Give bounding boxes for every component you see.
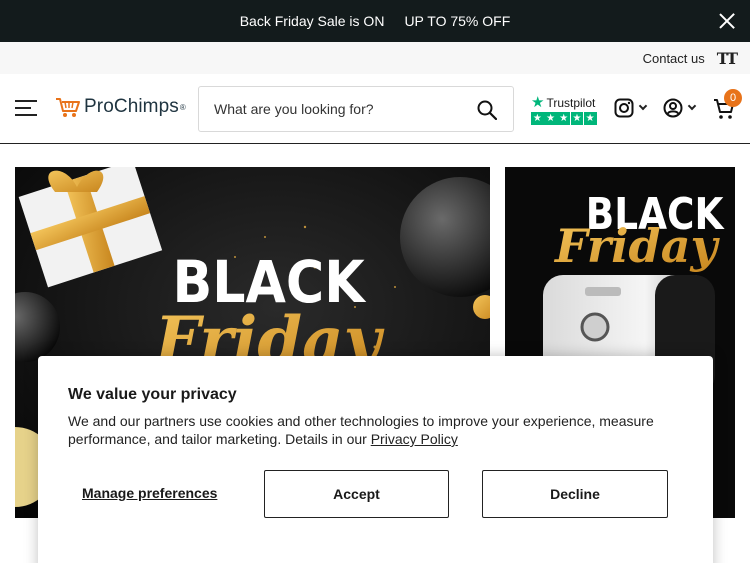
trustpilot-widget[interactable]: ★ Trustpilot ★ ★ ★ ★ ★ (531, 95, 597, 125)
menu-icon[interactable] (15, 100, 37, 116)
privacy-policy-link[interactable]: Privacy Policy (371, 431, 458, 447)
instagram-menu[interactable] (614, 98, 648, 118)
chevron-down-icon (687, 101, 697, 111)
search-icon[interactable] (477, 100, 497, 120)
logo-registered: ® (179, 102, 186, 112)
trustpilot-star-icon: ★ (531, 94, 545, 111)
search-box (198, 86, 514, 132)
cookie-title: We value your privacy (68, 386, 237, 403)
site-header: ProChimps ® ★ Trustpilot ★★★★★ (0, 74, 750, 144)
cookie-body-text: We and our partners use cookies and othe… (68, 413, 654, 447)
close-icon[interactable] (718, 12, 736, 30)
cookie-actions: Manage preferences Accept Decline (68, 470, 668, 518)
cookie-consent-dialog: We value your privacy We and our partner… (38, 356, 713, 563)
cookie-body: We and our partners use cookies and othe… (68, 412, 668, 448)
logo-name: ProChimps (84, 96, 179, 117)
search-input[interactable] (214, 101, 464, 117)
text-size-icon[interactable]: TT (717, 49, 738, 68)
utility-bar: Contact us TT (0, 42, 750, 74)
cart-count-badge: 0 (724, 89, 742, 107)
contact-link[interactable]: Contact us (643, 51, 705, 66)
account-menu[interactable] (663, 98, 697, 118)
trustpilot-label: Trustpilot (546, 95, 596, 110)
chevron-down-icon (638, 101, 648, 111)
logo-cart-icon (56, 98, 80, 117)
manage-preferences-button[interactable]: Manage preferences (82, 485, 217, 501)
instagram-icon (614, 98, 634, 118)
sale-text: Back Friday Sale is ON (239, 13, 385, 29)
announcement-bar: Back Friday Sale is ON UP TO 75% OFF (0, 0, 750, 42)
banner-product-friday-text: Friday (553, 219, 721, 273)
logo[interactable]: ProChimps ® (55, 96, 186, 118)
trustpilot-rating: ★ ★ ★ ★ ★ (531, 112, 597, 125)
accept-button[interactable]: Accept (264, 470, 449, 518)
decline-button[interactable]: Decline (482, 470, 668, 518)
discount-text: UP TO 75% OFF (404, 13, 511, 29)
account-icon (663, 98, 683, 118)
